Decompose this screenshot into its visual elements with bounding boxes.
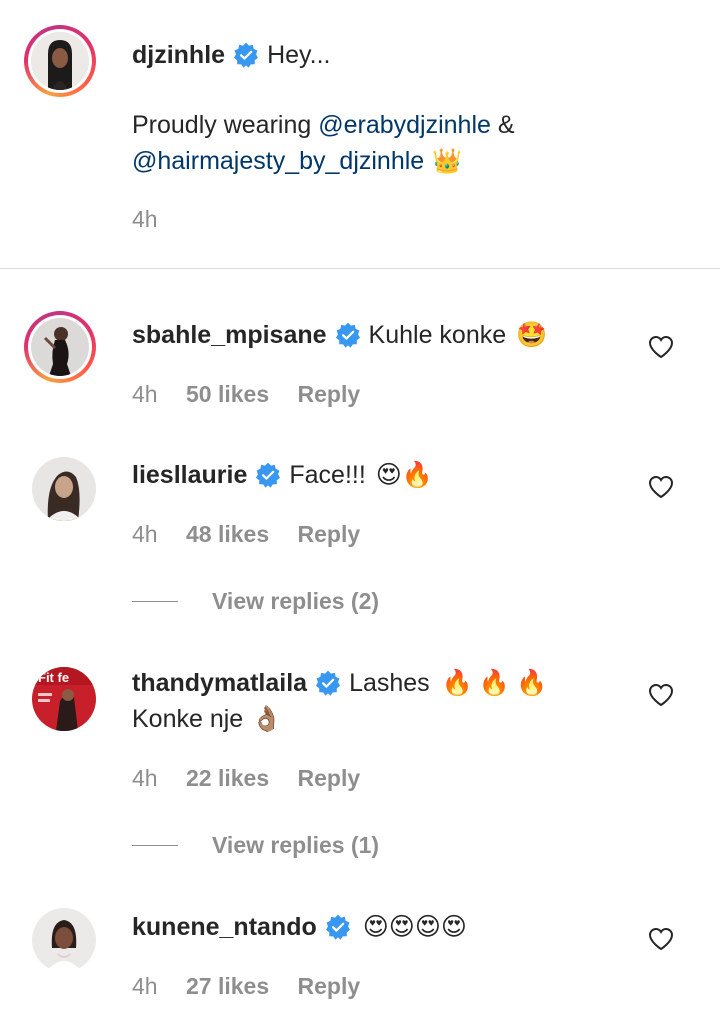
caption-username[interactable]: djzinhle [132,41,225,70]
crown-emoji: 👑 [432,147,463,175]
verified-badge-icon [256,462,281,488]
comment-time: 4h [132,765,158,791]
caption-line1-prefix: Proudly wearing [132,110,319,139]
caption-mention-2[interactable]: @hairmajesty_by_djzinhle [132,147,424,176]
comment-text: Face!!! [289,460,366,489]
comment-meta: 4h 27 likes Reply [132,973,360,1000]
comment-avatar [31,318,89,376]
comment-avatar-image [32,457,96,521]
comment-time: 4h [132,973,158,999]
comment-username[interactable]: kunene_ntando [132,913,317,942]
comment-username[interactable]: thandymatlaila [132,669,307,698]
comment-time: 4h [132,381,158,407]
caption-lead-text: Hey... [267,40,331,69]
comment-time: 4h [132,521,158,547]
comment-avatar-ring[interactable] [24,311,96,383]
caption-time: 4h [132,206,158,232]
comment-likes[interactable]: 48 likes [186,521,269,547]
heart-outline-icon[interactable] [648,927,674,951]
heart-outline-icon[interactable] [648,475,674,499]
comment-username[interactable]: liesllaurie [132,461,247,490]
comment-emoji: 🤩 [516,320,548,349]
heart-outline-icon[interactable] [648,335,674,359]
comment-likes[interactable]: 50 likes [186,381,269,407]
reply-button[interactable]: Reply [298,765,361,791]
view-replies-button[interactable]: View replies (1) [212,832,379,859]
caption-divider [0,268,720,269]
comment-text: Lashes [349,668,430,697]
verified-badge-icon [316,670,341,696]
comment-emoji: 😍😍😍😍 [362,913,467,941]
comment-username[interactable]: sbahle_mpisane [132,321,327,350]
comment-avatar[interactable]: Fit fe [32,667,96,731]
avatar-label: Fit fe [38,670,69,685]
comment-emoji: 🔥🔥🔥 [441,668,554,697]
comment-likes[interactable]: 22 likes [186,765,269,791]
comment-emoji: 😍🔥 [375,461,433,489]
reply-button[interactable]: Reply [298,381,361,407]
caption-avatar [31,32,89,90]
caption-mention-1[interactable]: @erabydjzinhle [318,111,491,140]
heart-outline-icon[interactable] [648,683,674,707]
comment-meta: 4h 22 likes Reply [132,765,360,792]
reply-button[interactable]: Reply [298,521,361,547]
comment-avatar-image: Fit fe [32,667,96,731]
comment-meta: 4h 48 likes Reply [132,521,360,548]
reply-button[interactable]: Reply [298,973,361,999]
verified-badge-icon [335,322,360,348]
verified-badge-icon [234,42,259,68]
view-replies-line [132,845,178,846]
caption-line1-suffix: & [490,110,515,139]
comment-avatar-image [32,908,96,972]
comment-meta: 4h 50 likes Reply [132,381,360,408]
verified-badge-icon [325,914,350,940]
comment-likes[interactable]: 27 likes [186,973,269,999]
caption-avatar-ring[interactable] [24,25,96,97]
view-replies-button[interactable]: View replies (2) [212,588,379,615]
comment-emoji-line2: 👌🏽 [251,704,283,733]
comment-text: Kuhle konke [368,320,507,349]
view-replies-line [132,601,178,602]
comment-avatar[interactable] [32,908,96,972]
comment-avatar[interactable] [32,457,96,521]
comment-text-line2: Konke nje [132,704,244,733]
